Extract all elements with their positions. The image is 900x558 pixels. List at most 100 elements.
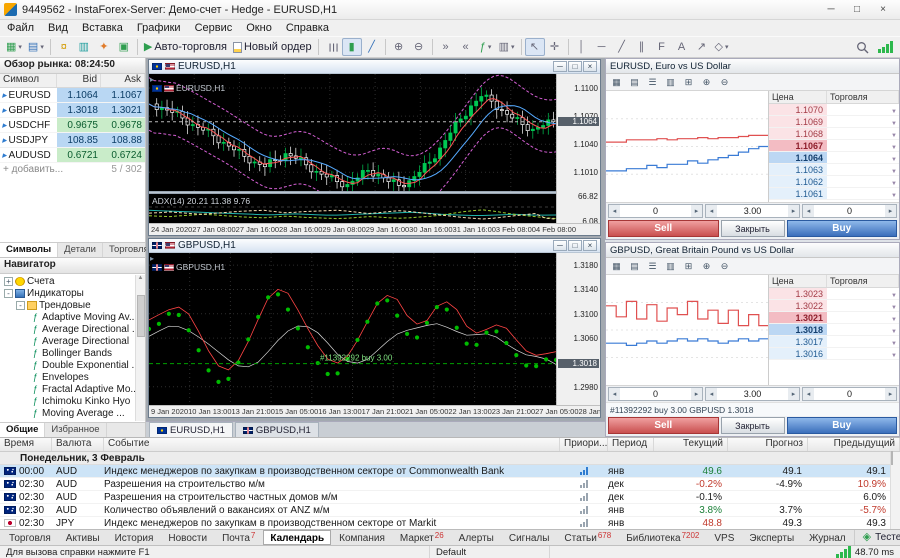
auto-trading-button[interactable]: ▶Авто-торговля bbox=[141, 38, 230, 56]
gbpusd-price-axis[interactable]: 1.31801.31401.31001.30601.29801.3018 bbox=[556, 253, 600, 405]
market-watch-row[interactable]: ▸EURUSD 1.1064 1.1067 bbox=[0, 88, 145, 103]
menu-view[interactable]: Вид bbox=[41, 21, 75, 35]
ladder-row[interactable]: 1.1068▼ bbox=[769, 128, 899, 140]
column-time[interactable]: Время bbox=[0, 438, 52, 451]
tab-articles[interactable]: Статьи678 bbox=[557, 530, 618, 545]
tab-common[interactable]: Общие bbox=[0, 423, 45, 437]
sell-button[interactable]: Sell bbox=[608, 220, 719, 237]
ladder-trade-cell[interactable]: ▼ bbox=[827, 288, 899, 299]
ladder-row[interactable]: 1.1063▼ bbox=[769, 164, 899, 176]
collapse-icon[interactable]: - bbox=[16, 301, 25, 310]
zoom-out-button[interactable]: ⊖ bbox=[409, 38, 429, 56]
ladder-trade-cell[interactable]: ▼ bbox=[827, 336, 899, 347]
ladder-row[interactable]: 1.1070▼ bbox=[769, 104, 899, 116]
column-priority[interactable]: Приори... bbox=[560, 438, 608, 451]
window-close-button[interactable]: × bbox=[870, 2, 896, 18]
zoom-in-button[interactable]: ⊕ bbox=[698, 259, 715, 273]
ladder-row[interactable]: 1.3017▼ bbox=[769, 336, 899, 348]
one-click-trading-arrow-icon[interactable]: ▸ bbox=[150, 75, 154, 84]
tab-assets[interactable]: Активы bbox=[59, 530, 107, 545]
tab-vps[interactable]: VPS bbox=[707, 530, 741, 545]
menu-insert[interactable]: Вставка bbox=[75, 21, 130, 35]
market-watch-row[interactable]: ▸USDCHF 0.9675 0.9678 bbox=[0, 118, 145, 133]
chart-window-titlebar[interactable]: EURUSD,H1 ─ □ × bbox=[149, 60, 600, 74]
eurusd-tick-chart[interactable] bbox=[606, 91, 769, 202]
sell-button[interactable]: Sell bbox=[608, 417, 719, 434]
market-watch-button[interactable]: ¤ bbox=[54, 38, 74, 56]
gbpusd-tick-chart[interactable] bbox=[606, 275, 769, 385]
menu-file[interactable]: Файл bbox=[0, 21, 41, 35]
window-minimize-button[interactable]: ─ bbox=[818, 2, 844, 18]
ladder-trade-cell[interactable]: ▼ bbox=[827, 348, 899, 359]
tab-trade[interactable]: Торговля bbox=[2, 530, 58, 545]
buy-button[interactable]: Buy bbox=[787, 417, 898, 434]
ladder-row-best-ask[interactable]: 1.3021▼ bbox=[769, 312, 899, 324]
chart-minimize-button[interactable]: ─ bbox=[553, 61, 567, 72]
volume-stepper[interactable]: ◂3.00▸ bbox=[705, 204, 800, 218]
eurusd-price-chart[interactable]: ▸ EURUSD,H1 bbox=[149, 74, 556, 191]
tree-item-indicator[interactable]: ƒEnvelopes bbox=[0, 371, 145, 383]
scrollbar-thumb[interactable] bbox=[137, 295, 145, 337]
menu-charts[interactable]: Графики bbox=[130, 21, 188, 35]
chart-tab-gbpusd[interactable]: GBPUSD,H1 bbox=[235, 422, 319, 437]
column-period[interactable]: Период bbox=[608, 438, 654, 451]
ladder-trade-cell[interactable]: ▼ bbox=[827, 176, 899, 187]
channel-tool-button[interactable]: ∥ bbox=[632, 38, 652, 56]
text-tool-button[interactable]: A bbox=[672, 38, 692, 56]
eurusd-price-axis[interactable]: 1.11001.10701.10401.10101.106466.826.08 bbox=[556, 74, 600, 223]
window-maximize-button[interactable]: □ bbox=[844, 2, 870, 18]
close-button[interactable]: Закрыть bbox=[721, 417, 785, 434]
tick-chart-button[interactable]: ▦ bbox=[608, 75, 625, 89]
tab-market[interactable]: Маркет26 bbox=[393, 530, 451, 545]
tp-stepper[interactable]: ◂0▸ bbox=[802, 204, 897, 218]
tree-item-indicator[interactable]: ƒIchimoku Kinko Hyo bbox=[0, 395, 145, 407]
tree-item-accounts[interactable]: +Счета bbox=[0, 275, 145, 287]
increment-icon[interactable]: ▸ bbox=[885, 388, 896, 400]
menu-tools[interactable]: Сервис bbox=[188, 21, 240, 35]
expand-icon[interactable]: + bbox=[4, 277, 13, 286]
crosshair-tool-button[interactable]: ✛ bbox=[545, 38, 565, 56]
tree-item-trend-folder[interactable]: -Трендовые bbox=[0, 299, 145, 311]
fibonacci-tool-button[interactable]: F bbox=[652, 38, 672, 56]
column-current[interactable]: Текущий bbox=[654, 438, 728, 451]
calendar-event-row[interactable]: 00:00 AUD Индекс менеджеров по закупкам … bbox=[0, 465, 900, 478]
zoom-out-button[interactable]: ⊖ bbox=[716, 259, 733, 273]
profiles-button[interactable]: ▤▾ bbox=[25, 38, 47, 56]
toolbox-scrollbar[interactable] bbox=[890, 452, 900, 529]
increment-icon[interactable]: ▸ bbox=[885, 205, 896, 217]
market-watch-row[interactable]: ▸AUDUSD 0.6721 0.6724 bbox=[0, 148, 145, 163]
candle-chart-mode-button[interactable]: ▮ bbox=[342, 38, 362, 56]
tree-item-indicator[interactable]: ƒMoving Average ... bbox=[0, 407, 145, 419]
ladder-trade-cell[interactable]: ▼ bbox=[827, 104, 899, 115]
orders-button[interactable]: ☰ bbox=[644, 75, 661, 89]
alert-button[interactable]: ⊞ bbox=[680, 259, 697, 273]
ladder-row[interactable]: 1.1062▼ bbox=[769, 176, 899, 188]
increment-icon[interactable]: ▸ bbox=[788, 205, 799, 217]
tab-favorites[interactable]: Избранное bbox=[45, 423, 106, 437]
toolbox-button[interactable]: ▣ bbox=[114, 38, 134, 56]
chart-maximize-button[interactable]: □ bbox=[568, 240, 582, 251]
tree-item-indicator[interactable]: ƒBollinger Bands bbox=[0, 347, 145, 359]
zoom-in-button[interactable]: ⊕ bbox=[698, 75, 715, 89]
ladder-trade-cell[interactable]: ▼ bbox=[827, 164, 899, 175]
data-window-button[interactable]: ▥ bbox=[74, 38, 94, 56]
ladder-trade-cell[interactable]: ▼ bbox=[827, 188, 899, 199]
ladder-row-best-bid[interactable]: 1.1064▼ bbox=[769, 152, 899, 164]
column-previous[interactable]: Предыдущий bbox=[808, 438, 900, 451]
ladder-row[interactable]: 1.3023▼ bbox=[769, 288, 899, 300]
status-profile[interactable]: Default bbox=[430, 546, 550, 558]
ladder-trade-cell[interactable]: ▼ bbox=[827, 128, 899, 139]
tree-item-indicators[interactable]: -Индикаторы bbox=[0, 287, 145, 299]
orders-button[interactable]: ☰ bbox=[644, 259, 661, 273]
tab-codebase[interactable]: Библиотека7202 bbox=[619, 530, 706, 545]
calendar-event-row[interactable]: 02:30 AUD Разрешения на строительство ча… bbox=[0, 491, 900, 504]
decrement-icon[interactable]: ◂ bbox=[803, 388, 814, 400]
tab-mail[interactable]: Почта7 bbox=[215, 530, 262, 545]
volume-stepper[interactable]: ◂3.00▸ bbox=[705, 387, 800, 401]
tab-signals[interactable]: Сигналы bbox=[502, 530, 557, 545]
sl-stepper[interactable]: ◂0▸ bbox=[608, 387, 703, 401]
ladder-trade-cell[interactable]: ▼ bbox=[827, 116, 899, 127]
vertical-line-tool-button[interactable]: │ bbox=[572, 38, 592, 56]
adx-indicator-pane[interactable]: ADX(14) 20.21 11.38 9.76 bbox=[149, 194, 556, 223]
tab-alerts[interactable]: Алерты bbox=[452, 530, 501, 545]
